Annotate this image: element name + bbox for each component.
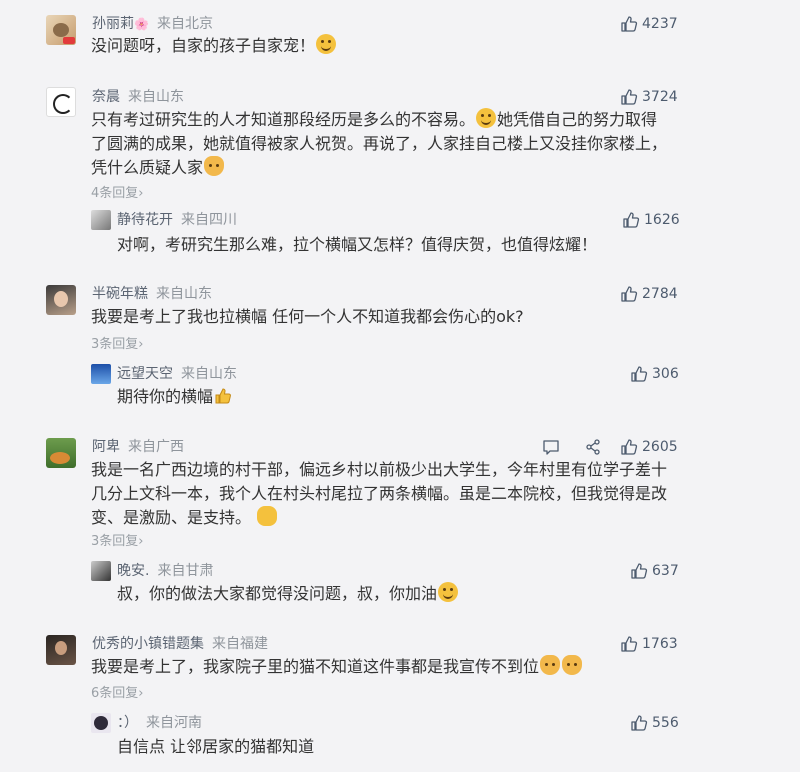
- comment-text-line: 了圆满的成果，她就值得被家人祝贺。再说了，人家挂自己楼上又没挂你家楼上，: [91, 134, 668, 153]
- avatar[interactable]: [46, 87, 76, 117]
- like-count: 1763: [642, 636, 678, 652]
- location: 来自山东: [128, 89, 184, 105]
- comment-text: 我要是考上了我也拉横幅 任何一个人不知道我都会伤心的ok?: [91, 307, 524, 326]
- location: 来自山东: [181, 366, 237, 382]
- comment-icon[interactable]: [542, 438, 560, 456]
- reply-text: 期待你的横幅: [117, 385, 233, 409]
- comment-header: 阿卑 来自广西: [92, 437, 184, 457]
- thumb-up-icon: [620, 635, 638, 653]
- username[interactable]: 远望天空: [117, 366, 173, 382]
- like-button[interactable]: 306: [630, 364, 679, 384]
- location: 来自北京: [156, 16, 213, 32]
- like-button[interactable]: 556: [630, 713, 679, 733]
- share-icon[interactable]: [584, 438, 602, 456]
- comment-text-line: 凭什么质疑人家: [91, 156, 225, 180]
- avatar[interactable]: [46, 438, 76, 468]
- reply-header: ：） 来自河南: [117, 713, 202, 733]
- comment-text-line: 变、是激励、是支持。: [91, 506, 278, 530]
- chevron-right-icon: ›: [138, 337, 144, 352]
- replies-link[interactable]: 3条回复›: [91, 533, 143, 551]
- location: 来自福建: [212, 636, 268, 652]
- like-count: 1626: [644, 212, 680, 228]
- like-count: 306: [652, 366, 679, 382]
- thumb-up-icon: [630, 365, 648, 383]
- like-count: 2605: [642, 439, 678, 455]
- like-button[interactable]: 1626: [622, 210, 680, 230]
- comment-text: 没问题呀，自家的孩子自家宠！: [91, 34, 337, 58]
- reply-header: 静待花开 来自四川: [117, 210, 237, 230]
- replies-link[interactable]: 3条回复›: [91, 336, 143, 354]
- chevron-right-icon: ›: [138, 686, 144, 701]
- thumbs-up-emoji-icon: [214, 387, 232, 407]
- avatar[interactable]: [91, 713, 111, 733]
- avatar[interactable]: [46, 285, 76, 315]
- username[interactable]: ：）: [117, 715, 138, 731]
- thumb-up-icon: [622, 211, 640, 229]
- like-count: 637: [652, 563, 679, 579]
- fist-emoji-icon: [257, 506, 278, 526]
- reply-text: 叔，你的做法大家都觉得没问题，叔，你加油: [117, 582, 459, 606]
- grin-emoji-icon: [316, 34, 337, 54]
- chevron-right-icon: ›: [138, 534, 144, 549]
- cheer-emoji-icon: [476, 108, 497, 128]
- avatar[interactable]: [46, 15, 76, 45]
- like-count: 3724: [642, 89, 678, 105]
- avatar[interactable]: [91, 210, 111, 230]
- avatar[interactable]: [46, 635, 76, 665]
- thumb-up-icon: [620, 285, 638, 303]
- comment-text: 只有考过研究生的人才知道那段经历是多么的不容易。 她凭借自己的努力取得: [91, 108, 658, 129]
- comment-header: 优秀的小镇错题集 来自福建: [92, 634, 268, 654]
- username[interactable]: 阿卑: [92, 439, 120, 455]
- thumb-up-icon: [620, 88, 638, 106]
- reply-header: 远望天空 来自山东: [117, 364, 237, 384]
- like-count: 556: [652, 715, 679, 731]
- like-button[interactable]: 637: [630, 561, 679, 581]
- username[interactable]: 静待花开: [117, 212, 173, 228]
- replies-link[interactable]: 4条回复›: [91, 185, 143, 203]
- comment-header: 孙丽莉🌸 来自北京: [92, 14, 213, 34]
- location: 来自河南: [146, 715, 202, 731]
- like-button[interactable]: 2605: [620, 437, 678, 457]
- location: 来自广西: [128, 439, 184, 455]
- reply-text: 自信点 让邻居家的猫都知道: [117, 737, 315, 756]
- thumb-up-icon: [620, 438, 638, 456]
- thumb-up-icon: [630, 714, 648, 732]
- username[interactable]: 优秀的小镇错题集: [92, 636, 204, 652]
- replies-link[interactable]: 6条回复›: [91, 685, 143, 703]
- like-count: 2784: [642, 286, 678, 302]
- comment-text: 我要是考上了，我家院子里的猫不知道这件事都是我宣传不到位: [91, 655, 583, 679]
- cheer-emoji-icon: [438, 582, 459, 602]
- cat-emoji-icon: [204, 156, 225, 176]
- location: 来自甘肃: [157, 563, 214, 579]
- like-button[interactable]: 2784: [620, 284, 678, 304]
- comment-text-line: 几分上文科一本，我个人在村头村尾拉了两条横幅。虽是二本院校，但我觉得是改: [91, 484, 668, 503]
- avatar[interactable]: [91, 364, 111, 384]
- comment-header: 半碗年糕 来自山东: [92, 284, 212, 304]
- reply-text: 对啊，考研究生那么难，拉个横幅又怎样？值得庆贺，也值得炫耀！: [117, 235, 598, 254]
- avatar[interactable]: [91, 561, 111, 581]
- chevron-right-icon: ›: [138, 186, 144, 201]
- location: 来自山东: [156, 286, 212, 302]
- flower-badge-icon: 🌸: [134, 17, 149, 31]
- cat-emoji-icon: [562, 655, 583, 675]
- like-button[interactable]: 3724: [620, 87, 678, 107]
- thumb-up-icon: [620, 15, 638, 33]
- cat-emoji-icon: [540, 655, 561, 675]
- like-count: 4237: [642, 16, 678, 32]
- comment-text-line: 我是一名广西边境的村干部，偏远乡村以前极少出大学生，今年村里有位学子差十: [91, 460, 668, 479]
- thumb-up-icon: [630, 562, 648, 580]
- username[interactable]: 晚安.: [117, 563, 149, 579]
- comment-header: 奈晨 来自山东: [92, 87, 184, 107]
- location: 来自四川: [181, 212, 237, 228]
- username[interactable]: 奈晨: [92, 89, 120, 105]
- like-button[interactable]: 1763: [620, 634, 678, 654]
- username[interactable]: 孙丽莉🌸: [92, 16, 149, 32]
- reply-header: 晚安. 来自甘肃: [117, 561, 213, 581]
- like-button[interactable]: 4237: [620, 14, 678, 34]
- username[interactable]: 半碗年糕: [92, 286, 148, 302]
